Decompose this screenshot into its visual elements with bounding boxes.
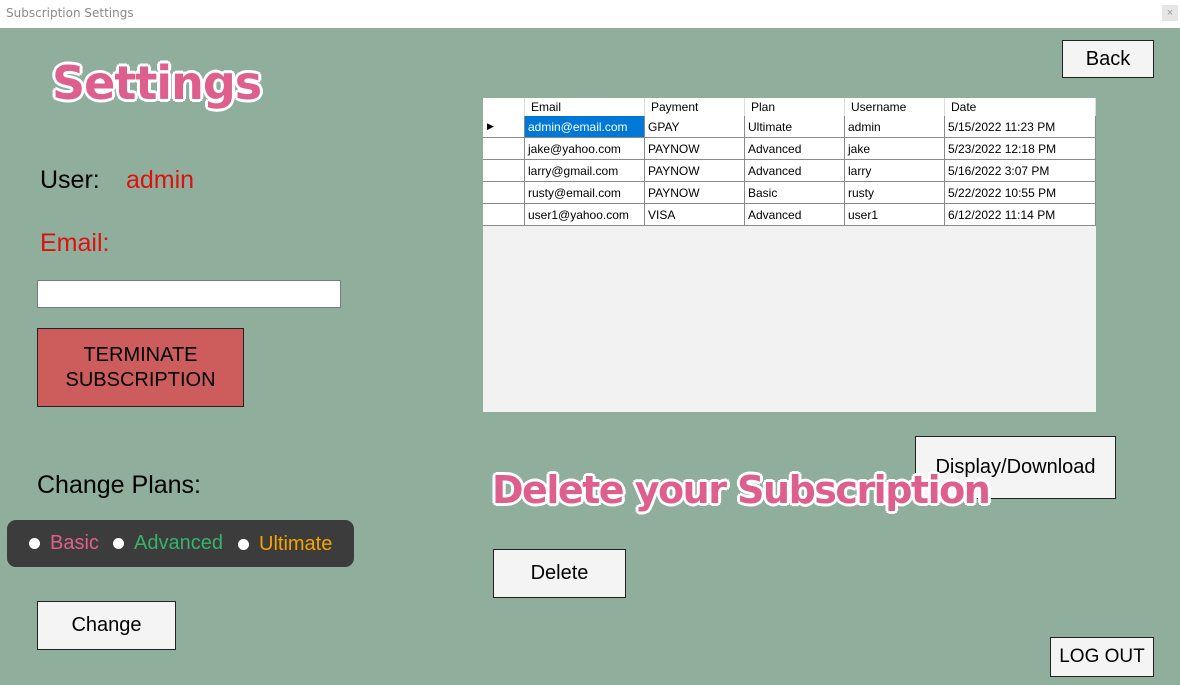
user-value: admin: [126, 166, 195, 194]
cell-plan[interactable]: Advanced: [744, 159, 845, 182]
column-header-email[interactable]: Email: [524, 98, 645, 116]
column-header-date[interactable]: Date: [944, 98, 1096, 116]
row-header-corner: [483, 98, 525, 116]
cell-username[interactable]: admin: [844, 116, 945, 138]
row-header[interactable]: [483, 137, 525, 160]
row-header[interactable]: [483, 159, 525, 182]
window-title: Subscription Settings: [6, 6, 134, 20]
plan-radio-group: Basic Advanced Ultimate: [7, 520, 354, 567]
current-row-arrow-icon[interactable]: ▶: [483, 116, 525, 138]
radio-ultimate[interactable]: Ultimate: [238, 521, 332, 568]
cell-payment[interactable]: PAYNOW: [644, 181, 745, 204]
radio-basic[interactable]: Basic: [29, 520, 99, 567]
grid-header-row: Email Payment Plan Username Date: [483, 98, 1096, 116]
cell-date[interactable]: 5/23/2022 12:18 PM: [944, 137, 1096, 160]
email-label: Email:: [40, 229, 110, 257]
cell-date[interactable]: 5/22/2022 10:55 PM: [944, 181, 1096, 204]
cell-email[interactable]: jake@yahoo.com: [524, 137, 645, 160]
cell-payment[interactable]: GPAY: [644, 116, 745, 138]
radio-dot-icon: [29, 538, 40, 549]
user-label: User:: [40, 166, 100, 194]
terminate-subscription-button[interactable]: TERMINATE SUBSCRIPTION: [37, 328, 244, 407]
change-plans-label: Change Plans:: [37, 471, 202, 499]
change-button[interactable]: Change: [37, 601, 176, 650]
cell-plan[interactable]: Basic: [744, 181, 845, 204]
column-header-payment[interactable]: Payment: [644, 98, 745, 116]
row-header[interactable]: [483, 181, 525, 204]
radio-advanced-label: Advanced: [134, 532, 223, 554]
table-row[interactable]: rusty@email.com PAYNOW Basic rusty 5/22/…: [483, 181, 1096, 204]
table-row[interactable]: larry@gmail.com PAYNOW Advanced larry 5/…: [483, 159, 1096, 182]
delete-subscription-heading: Delete your Subscription: [492, 468, 991, 512]
column-header-plan[interactable]: Plan: [744, 98, 845, 116]
cell-date[interactable]: 5/15/2022 11:23 PM: [944, 116, 1096, 138]
cell-username[interactable]: rusty: [844, 181, 945, 204]
table-row[interactable]: jake@yahoo.com PAYNOW Advanced jake 5/23…: [483, 137, 1096, 160]
radio-ultimate-label: Ultimate: [259, 533, 333, 555]
table-row[interactable]: user1@yahoo.com VISA Advanced user1 6/12…: [483, 203, 1096, 226]
cell-date[interactable]: 6/12/2022 11:14 PM: [944, 203, 1096, 226]
cell-payment[interactable]: PAYNOW: [644, 137, 745, 160]
cell-email[interactable]: larry@gmail.com: [524, 159, 645, 182]
cell-payment[interactable]: PAYNOW: [644, 159, 745, 182]
column-header-username[interactable]: Username: [844, 98, 945, 116]
cell-plan[interactable]: Advanced: [744, 203, 845, 226]
page-title: Settings: [52, 56, 262, 110]
cell-payment[interactable]: VISA: [644, 203, 745, 226]
row-header[interactable]: [483, 203, 525, 226]
title-bar: Subscription Settings ×: [0, 0, 1180, 28]
cell-username[interactable]: user1: [844, 203, 945, 226]
email-input[interactable]: [37, 280, 341, 308]
cell-username[interactable]: jake: [844, 137, 945, 160]
terminate-label: TERMINATE SUBSCRIPTION: [65, 343, 216, 391]
back-button[interactable]: Back: [1062, 40, 1154, 78]
cell-email[interactable]: user1@yahoo.com: [524, 203, 645, 226]
radio-dot-icon: [113, 538, 124, 549]
delete-button[interactable]: Delete: [493, 549, 626, 598]
cell-plan[interactable]: Ultimate: [744, 116, 845, 138]
cell-date[interactable]: 5/16/2022 3:07 PM: [944, 159, 1096, 182]
cell-plan[interactable]: Advanced: [744, 137, 845, 160]
cell-email[interactable]: admin@email.com: [524, 116, 645, 138]
cell-email[interactable]: rusty@email.com: [524, 181, 645, 204]
table-row[interactable]: ▶ admin@email.com GPAY Ultimate admin 5/…: [483, 116, 1096, 138]
logout-button[interactable]: LOG OUT: [1050, 637, 1154, 677]
cell-username[interactable]: larry: [844, 159, 945, 182]
subscriptions-grid[interactable]: Email Payment Plan Username Date ▶ admin…: [483, 98, 1096, 412]
radio-dot-icon: [238, 539, 249, 550]
radio-advanced[interactable]: Advanced: [113, 520, 223, 567]
close-icon[interactable]: ×: [1162, 5, 1178, 21]
radio-basic-label: Basic: [50, 532, 99, 554]
